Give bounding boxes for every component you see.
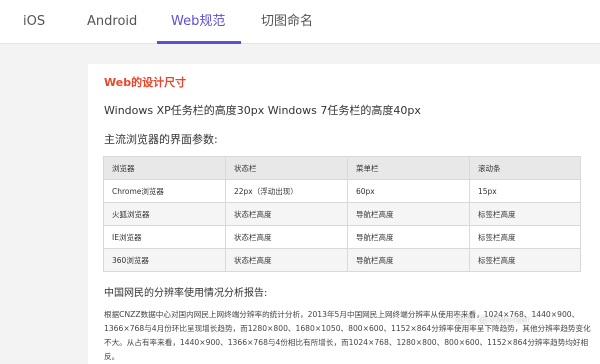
cell-menu-bar: 导航栏高度 xyxy=(347,248,470,272)
cell-menu-bar: 导航栏高度 xyxy=(347,225,470,249)
section-title: Web的设计尺寸 xyxy=(104,76,187,89)
taskbar-height-text: Windows XP任务栏的高度30px Windows 7任务栏的高度40px xyxy=(104,104,421,117)
active-tab-indicator xyxy=(157,41,241,44)
zhihu-watermark: 知乎 @XWorker xyxy=(455,315,531,326)
cell-browser: 火狐浏览器 xyxy=(103,202,226,226)
table-row: Chrome浏览器 22px（浮动出现） 60px 15px xyxy=(103,179,581,203)
cell-browser: 360浏览器 xyxy=(103,248,226,272)
tab-android[interactable]: Android xyxy=(87,0,137,44)
header-scrollbar: 滚动条 xyxy=(469,156,581,180)
cell-status-bar: 22px（浮动出现） xyxy=(225,179,348,203)
cell-scrollbar: 标签栏高度 xyxy=(469,202,581,226)
cell-scrollbar: 15px xyxy=(469,179,581,203)
cell-menu-bar: 60px xyxy=(347,179,470,203)
header-menu-bar: 菜单栏 xyxy=(347,156,470,180)
tab-ios[interactable]: iOS xyxy=(23,0,45,44)
tab-bar: iOS Android Web规范 切图命名 xyxy=(0,0,600,44)
cell-status-bar: 状态栏高度 xyxy=(225,202,348,226)
tab-web-spec[interactable]: Web规范 xyxy=(171,0,225,44)
cell-browser: IE浏览器 xyxy=(103,225,226,249)
cell-scrollbar: 标签栏高度 xyxy=(469,225,581,249)
table-row: 360浏览器 状态栏高度 导航栏高度 标签栏高度 xyxy=(103,248,581,272)
cell-browser: Chrome浏览器 xyxy=(103,179,226,203)
cell-scrollbar: 标签栏高度 xyxy=(469,248,581,272)
browser-params-heading: 主流浏览器的界面参数: xyxy=(104,133,218,146)
table-row: IE浏览器 状态栏高度 导航栏高度 标签栏高度 xyxy=(103,225,581,249)
tab-slice-naming[interactable]: 切图命名 xyxy=(261,0,313,44)
browser-params-table: 浏览器 状态栏 菜单栏 滚动条 Chrome浏览器 22px（浮动出现） 60p… xyxy=(103,156,581,272)
table-row: 火狐浏览器 状态栏高度 导航栏高度 标签栏高度 xyxy=(103,202,581,226)
cell-menu-bar: 导航栏高度 xyxy=(347,202,470,226)
header-browser: 浏览器 xyxy=(103,156,226,180)
resolution-report-heading: 中国网民的分辨率使用情况分析报告: xyxy=(104,288,268,299)
header-status-bar: 状态栏 xyxy=(225,156,348,180)
table-header-row: 浏览器 状态栏 菜单栏 滚动条 xyxy=(103,156,581,180)
cell-status-bar: 状态栏高度 xyxy=(225,248,348,272)
cell-status-bar: 状态栏高度 xyxy=(225,225,348,249)
